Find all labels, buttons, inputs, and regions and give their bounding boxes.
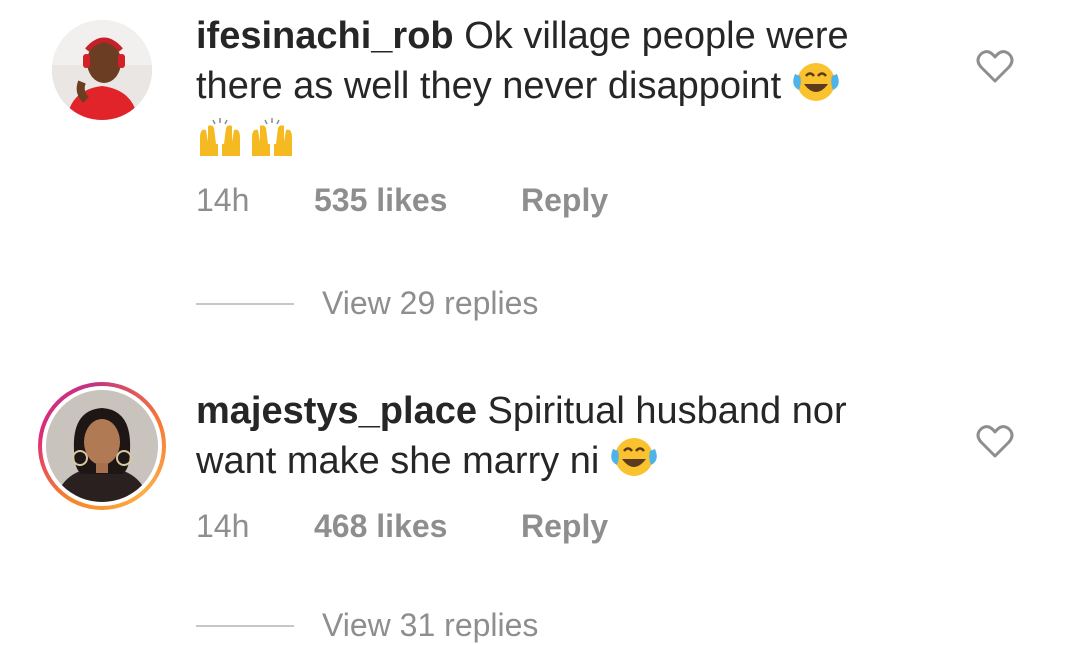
laughing-emoji-icon <box>610 435 658 491</box>
avatar-image <box>46 390 158 502</box>
view-replies-label: View 31 replies <box>322 607 539 643</box>
heart-outline-icon <box>976 425 1014 458</box>
comment-body-line2: want make she marry ni <box>196 440 600 482</box>
view-replies-button[interactable]: View 31 replies <box>196 605 796 645</box>
reply-button[interactable]: Reply <box>521 506 608 546</box>
comment-body-line1: Spiritual husband nor <box>487 390 847 432</box>
replies-divider <box>196 625 294 627</box>
like-button[interactable] <box>976 423 1014 459</box>
comment-meta: 14h 468 likes Reply <box>196 506 896 546</box>
comment-username[interactable]: majestys_place <box>196 390 477 432</box>
comment-time: 14h <box>196 508 250 544</box>
comment-text: majestys_place Spiritual husband nor wan… <box>196 387 936 491</box>
comment-item: majestys_place Spiritual husband nor wan… <box>0 0 1080 643</box>
likes-count[interactable]: 468 likes <box>314 506 447 546</box>
avatar-story-ring[interactable] <box>38 382 166 510</box>
